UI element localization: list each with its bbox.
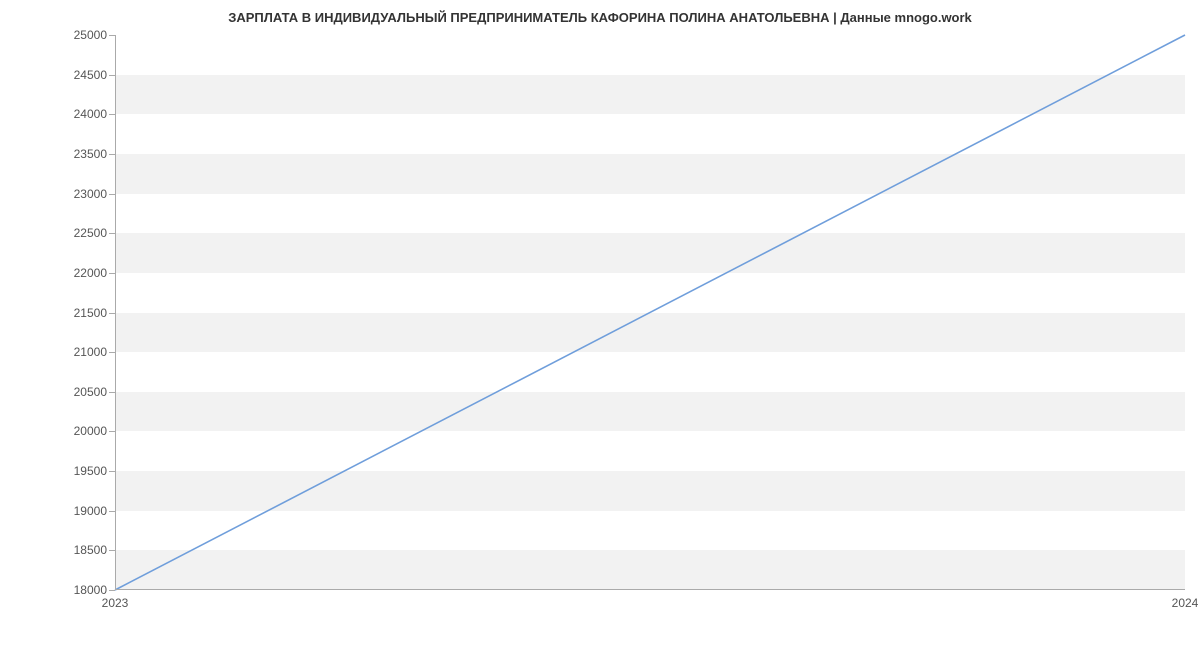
y-tick	[109, 154, 115, 155]
y-tick-label: 18000	[47, 583, 107, 597]
chart-plot-area	[115, 35, 1185, 590]
line-series	[115, 35, 1185, 590]
y-tick	[109, 590, 115, 591]
y-tick	[109, 233, 115, 234]
y-tick-label: 25000	[47, 28, 107, 42]
y-tick-label: 22000	[47, 266, 107, 280]
x-tick-label: 2024	[1165, 596, 1200, 610]
y-tick-label: 19500	[47, 464, 107, 478]
y-tick-label: 23500	[47, 147, 107, 161]
y-tick-label: 21000	[47, 345, 107, 359]
y-tick	[109, 313, 115, 314]
y-tick	[109, 114, 115, 115]
y-tick-label: 24500	[47, 68, 107, 82]
y-tick	[109, 194, 115, 195]
y-tick	[109, 352, 115, 353]
y-tick	[109, 511, 115, 512]
y-tick	[109, 273, 115, 274]
y-tick	[109, 75, 115, 76]
y-tick-label: 18500	[47, 543, 107, 557]
x-axis	[115, 589, 1185, 590]
y-axis	[115, 35, 116, 590]
y-tick	[109, 35, 115, 36]
chart-title: ЗАРПЛАТА В ИНДИВИДУАЛЬНЫЙ ПРЕДПРИНИМАТЕЛ…	[0, 0, 1200, 33]
y-tick	[109, 431, 115, 432]
y-tick	[109, 471, 115, 472]
y-tick-label: 20000	[47, 424, 107, 438]
y-tick-label: 20500	[47, 385, 107, 399]
y-tick-label: 19000	[47, 504, 107, 518]
y-tick	[109, 550, 115, 551]
y-tick	[109, 392, 115, 393]
x-tick-label: 2023	[95, 596, 135, 610]
y-tick-label: 23000	[47, 187, 107, 201]
y-tick-label: 22500	[47, 226, 107, 240]
y-tick-label: 21500	[47, 306, 107, 320]
y-tick-label: 24000	[47, 107, 107, 121]
